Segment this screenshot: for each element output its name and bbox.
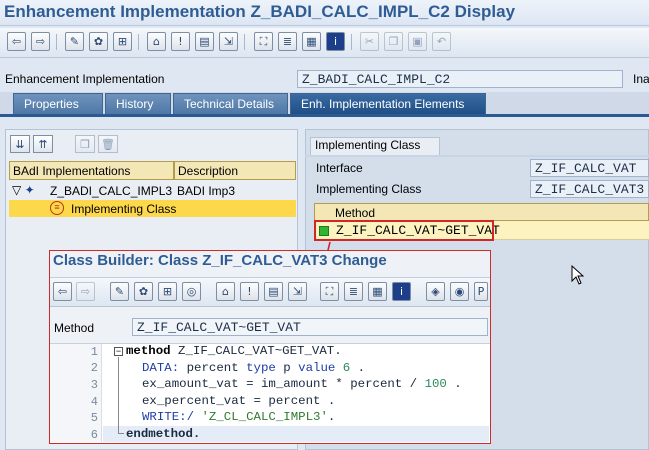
header-divider — [305, 155, 649, 157]
back-icon[interactable]: ⇦ — [7, 32, 26, 51]
line-number: 6 — [90, 428, 98, 442]
implementing-class-title: Implementing Class — [315, 138, 421, 152]
code-line-6: endmethod. — [126, 427, 201, 441]
class-icon: ≡ — [50, 201, 64, 215]
code-line-1: method Z_IF_CALC_VAT~GET_VAT. — [126, 344, 342, 358]
back-icon[interactable]: ⇦ — [53, 282, 72, 301]
delete-icon[interactable]: 🗑 — [98, 135, 118, 153]
navigate-icon[interactable]: ⇲ — [219, 32, 238, 51]
forward-icon[interactable]: ⇨ — [76, 282, 95, 301]
tab-technical-details[interactable]: Technical Details — [173, 93, 288, 114]
display-change-icon[interactable]: ✎ — [110, 282, 129, 301]
line-number: 2 — [90, 361, 98, 375]
info-icon[interactable]: i — [392, 282, 411, 301]
interface-label: Interface — [316, 161, 363, 175]
implementing-class-label: Implementing Class — [316, 182, 422, 196]
information-icon[interactable]: ! — [240, 282, 259, 301]
layout-icon[interactable]: ≣ — [344, 282, 363, 301]
tree-node-implementing-class[interactable]: Implementing Class — [71, 202, 176, 219]
enhancement-implementation-label: Enhancement Implementation — [5, 72, 165, 86]
column-description[interactable]: Description — [174, 161, 296, 180]
tree-node-badi-impl[interactable]: Z_BADI_CALC_IMPL3 — [50, 184, 172, 201]
block-guide-end — [118, 433, 124, 434]
badi-implementation-icon: ✦ — [24, 183, 35, 197]
method-column-header[interactable]: Method — [314, 203, 649, 221]
code-line-5: WRITE:/ 'Z_CL_CALC_IMPL3'. — [142, 410, 336, 424]
info-icon[interactable]: i — [326, 32, 345, 51]
other-object-icon[interactable]: ▤ — [264, 282, 283, 301]
create-icon[interactable]: ❐ — [75, 135, 95, 153]
class-builder-title: Class Builder: Class Z_IF_CALC_VAT3 Chan… — [53, 252, 387, 269]
method-header-label: Method — [335, 206, 376, 220]
line-number: 1 — [90, 345, 98, 359]
hierarchy-icon[interactable]: ⛶ — [320, 282, 339, 301]
enhancement-implementation-field[interactable]: Z_BADI_CALC_IMPL_C2 — [297, 70, 623, 88]
activate-icon[interactable]: ✿ — [134, 282, 153, 301]
window-title: Enhancement Implementation Z_BADI_CALC_I… — [4, 2, 516, 21]
collapse-block-icon[interactable]: − — [114, 347, 123, 356]
forward-icon[interactable]: ⇨ — [31, 32, 50, 51]
collapse-all-icon[interactable]: ⇈ — [33, 135, 53, 153]
method-highlight-box — [314, 220, 494, 241]
toolbar-separator — [56, 34, 57, 50]
paste-icon[interactable]: ▣ — [408, 32, 427, 51]
application-toolbar: ⇦ ⇨ ✎ ✿ ⊞ ⌂ ! ▤ ⇲ ⛶ ≣ ▦ i ✂ ❐ ▣ ↶ — [0, 28, 649, 58]
navigate-icon[interactable]: ⇲ — [288, 282, 307, 301]
display-object-list-icon[interactable]: ▦ — [302, 32, 321, 51]
display-object-list-icon[interactable]: ▦ — [368, 282, 387, 301]
pretty-printer-icon[interactable]: P — [474, 282, 488, 301]
cut-icon[interactable]: ✂ — [360, 32, 379, 51]
object-list-icon[interactable]: ⊞ — [113, 32, 132, 51]
layout-icon[interactable]: ≣ — [278, 32, 297, 51]
tree-node-description: BADI Imp3 — [177, 184, 236, 198]
implementing-class-field[interactable]: Z_IF_CALC_VAT3 — [530, 180, 649, 198]
object-list-icon[interactable]: ⊞ — [158, 282, 177, 301]
block-guide-line — [118, 357, 119, 433]
column-badi-implementations[interactable]: BAdI Implementations — [9, 161, 174, 180]
tab-enh-implementation-elements[interactable]: Enh. Implementation Elements — [290, 93, 486, 114]
tab-underline — [0, 114, 649, 117]
toolbar-separator — [351, 34, 352, 50]
information-icon[interactable]: ! — [171, 32, 190, 51]
pattern-icon[interactable]: ◎ — [182, 282, 201, 301]
breakpoint-icon[interactable]: ◈ — [426, 282, 445, 301]
undo-icon[interactable]: ↶ — [432, 32, 451, 51]
delete-breakpoint-icon[interactable]: ◉ — [450, 282, 469, 301]
line-number: 4 — [90, 395, 98, 409]
code-line-3: ex_amount_vat = im_amount * percent / 10… — [142, 377, 462, 391]
inactive-label: Ina — [633, 72, 649, 86]
mouse-cursor-icon — [571, 265, 585, 285]
where-used-icon[interactable]: ⌂ — [147, 32, 166, 51]
toolbar-separator — [244, 34, 245, 50]
expand-all-icon[interactable]: ⇊ — [10, 135, 30, 153]
toolbar-separator — [138, 34, 139, 50]
tree-node-expander-icon[interactable]: ▽ ✦ — [12, 183, 35, 200]
other-object-icon[interactable]: ▤ — [195, 32, 214, 51]
method-label: Method — [54, 321, 95, 335]
line-number: 3 — [90, 378, 98, 392]
display-change-icon[interactable]: ✎ — [65, 32, 84, 51]
tab-history[interactable]: History — [105, 93, 171, 114]
class-builder-toolbar: ⇦ ⇨ ✎ ✿ ⊞ ◎ ⌂ ! ▤ ⇲ ⛶ ≣ ▦ i ◈ ◉ P — [50, 277, 490, 307]
tab-properties[interactable]: Properties — [13, 93, 103, 114]
code-line-4: ex_percent_vat = percent . — [142, 394, 336, 408]
where-used-icon[interactable]: ⌂ — [216, 282, 235, 301]
hierarchy-icon[interactable]: ⛶ — [254, 32, 273, 51]
method-field[interactable]: Z_IF_CALC_VAT~GET_VAT — [132, 318, 488, 336]
line-number: 5 — [90, 411, 98, 425]
activate-icon[interactable]: ✿ — [89, 32, 108, 51]
interface-field[interactable]: Z_IF_CALC_VAT — [530, 159, 649, 177]
copy-icon[interactable]: ❐ — [384, 32, 403, 51]
code-line-2: DATA: percent type p value 6 . — [142, 361, 366, 375]
